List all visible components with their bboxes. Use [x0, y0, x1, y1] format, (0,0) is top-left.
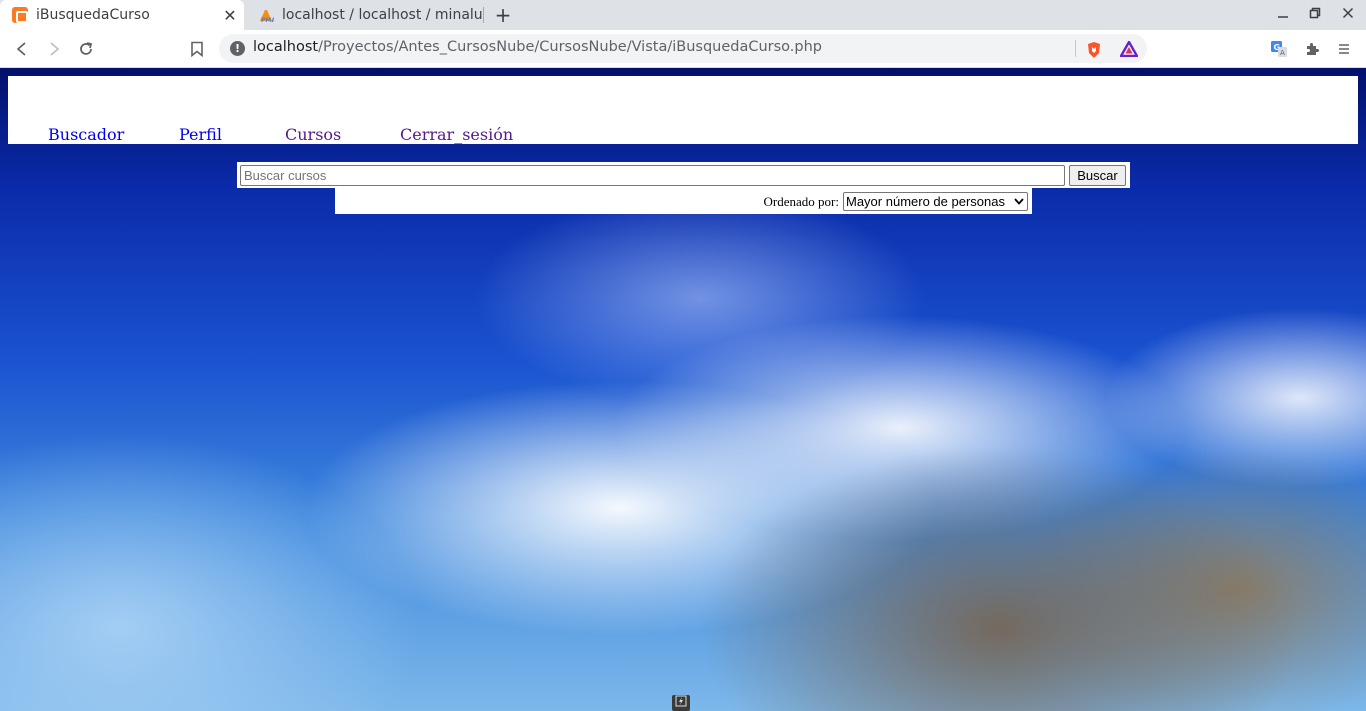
close-window-icon[interactable] — [1336, 6, 1360, 24]
browser-toolbar: ! localhost/Proyectos/Antes_CursosNube/C… — [0, 30, 1366, 68]
xampp-favicon-icon — [12, 7, 28, 23]
back-icon[interactable] — [10, 37, 34, 61]
phpmyadmin-favicon-icon: PMA — [258, 7, 276, 24]
tab-inactive[interactable]: PMA localhost / localhost / minalum — [246, 0, 484, 30]
tab-active[interactable]: iBusquedaCurso ✕ — [0, 0, 244, 30]
nav-link-buscador[interactable]: Buscador — [48, 125, 124, 144]
svg-text:A: A — [1280, 49, 1285, 57]
url-text: localhost/Proyectos/Antes_CursosNube/Cur… — [253, 39, 822, 55]
restore-icon[interactable] — [1303, 6, 1327, 24]
sort-label: Ordenado por: — [763, 194, 839, 209]
address-bar[interactable]: ! localhost/Proyectos/Antes_CursosNube/C… — [219, 34, 1147, 63]
tab-title: iBusquedaCurso — [36, 7, 150, 23]
reload-icon[interactable] — [74, 37, 98, 61]
lightning-icon[interactable] — [672, 695, 690, 711]
bookmark-icon[interactable] — [185, 37, 209, 61]
tab-separator — [483, 7, 484, 23]
header-panel: Buscador Perfil Cursos Cerrar_sesión — [8, 76, 1358, 144]
search-form: Buscar — [237, 162, 1130, 188]
nav-link-cerrar-sesion[interactable]: Cerrar_sesión — [400, 125, 513, 144]
new-tab-icon[interactable]: + — [492, 4, 514, 26]
nav-link-cursos[interactable]: Cursos — [285, 125, 341, 144]
extensions-icon[interactable] — [1300, 37, 1324, 61]
sort-select-value: Mayor número de personas — [846, 194, 1005, 209]
sort-select[interactable]: Mayor número de personas — [843, 192, 1028, 211]
forward-icon[interactable] — [42, 37, 66, 61]
brave-shield-icon[interactable] — [1086, 41, 1102, 58]
nav-link-perfil[interactable]: Perfil — [179, 125, 222, 144]
svg-text:PMA: PMA — [261, 17, 274, 23]
browser-tab-strip: iBusquedaCurso ✕ PMA localhost / localho… — [0, 0, 1366, 30]
close-tab-icon[interactable]: ✕ — [220, 6, 240, 25]
search-button[interactable]: Buscar — [1069, 165, 1126, 186]
sort-panel: Ordenado por: Mayor número de personas — [335, 188, 1032, 214]
menu-icon[interactable] — [1332, 37, 1356, 61]
chevron-down-icon — [1014, 193, 1024, 210]
search-input[interactable] — [240, 165, 1065, 186]
address-bar-separator — [1075, 40, 1076, 57]
site-info-icon[interactable]: ! — [230, 41, 245, 56]
translate-icon[interactable]: GA — [1267, 37, 1291, 61]
page-viewport: Buscador Perfil Cursos Cerrar_sesión Bus… — [0, 68, 1366, 711]
minimize-icon[interactable] — [1271, 6, 1295, 24]
tab-title: localhost / localhost / minalum — [282, 7, 484, 23]
brave-rewards-icon[interactable] — [1119, 40, 1139, 58]
